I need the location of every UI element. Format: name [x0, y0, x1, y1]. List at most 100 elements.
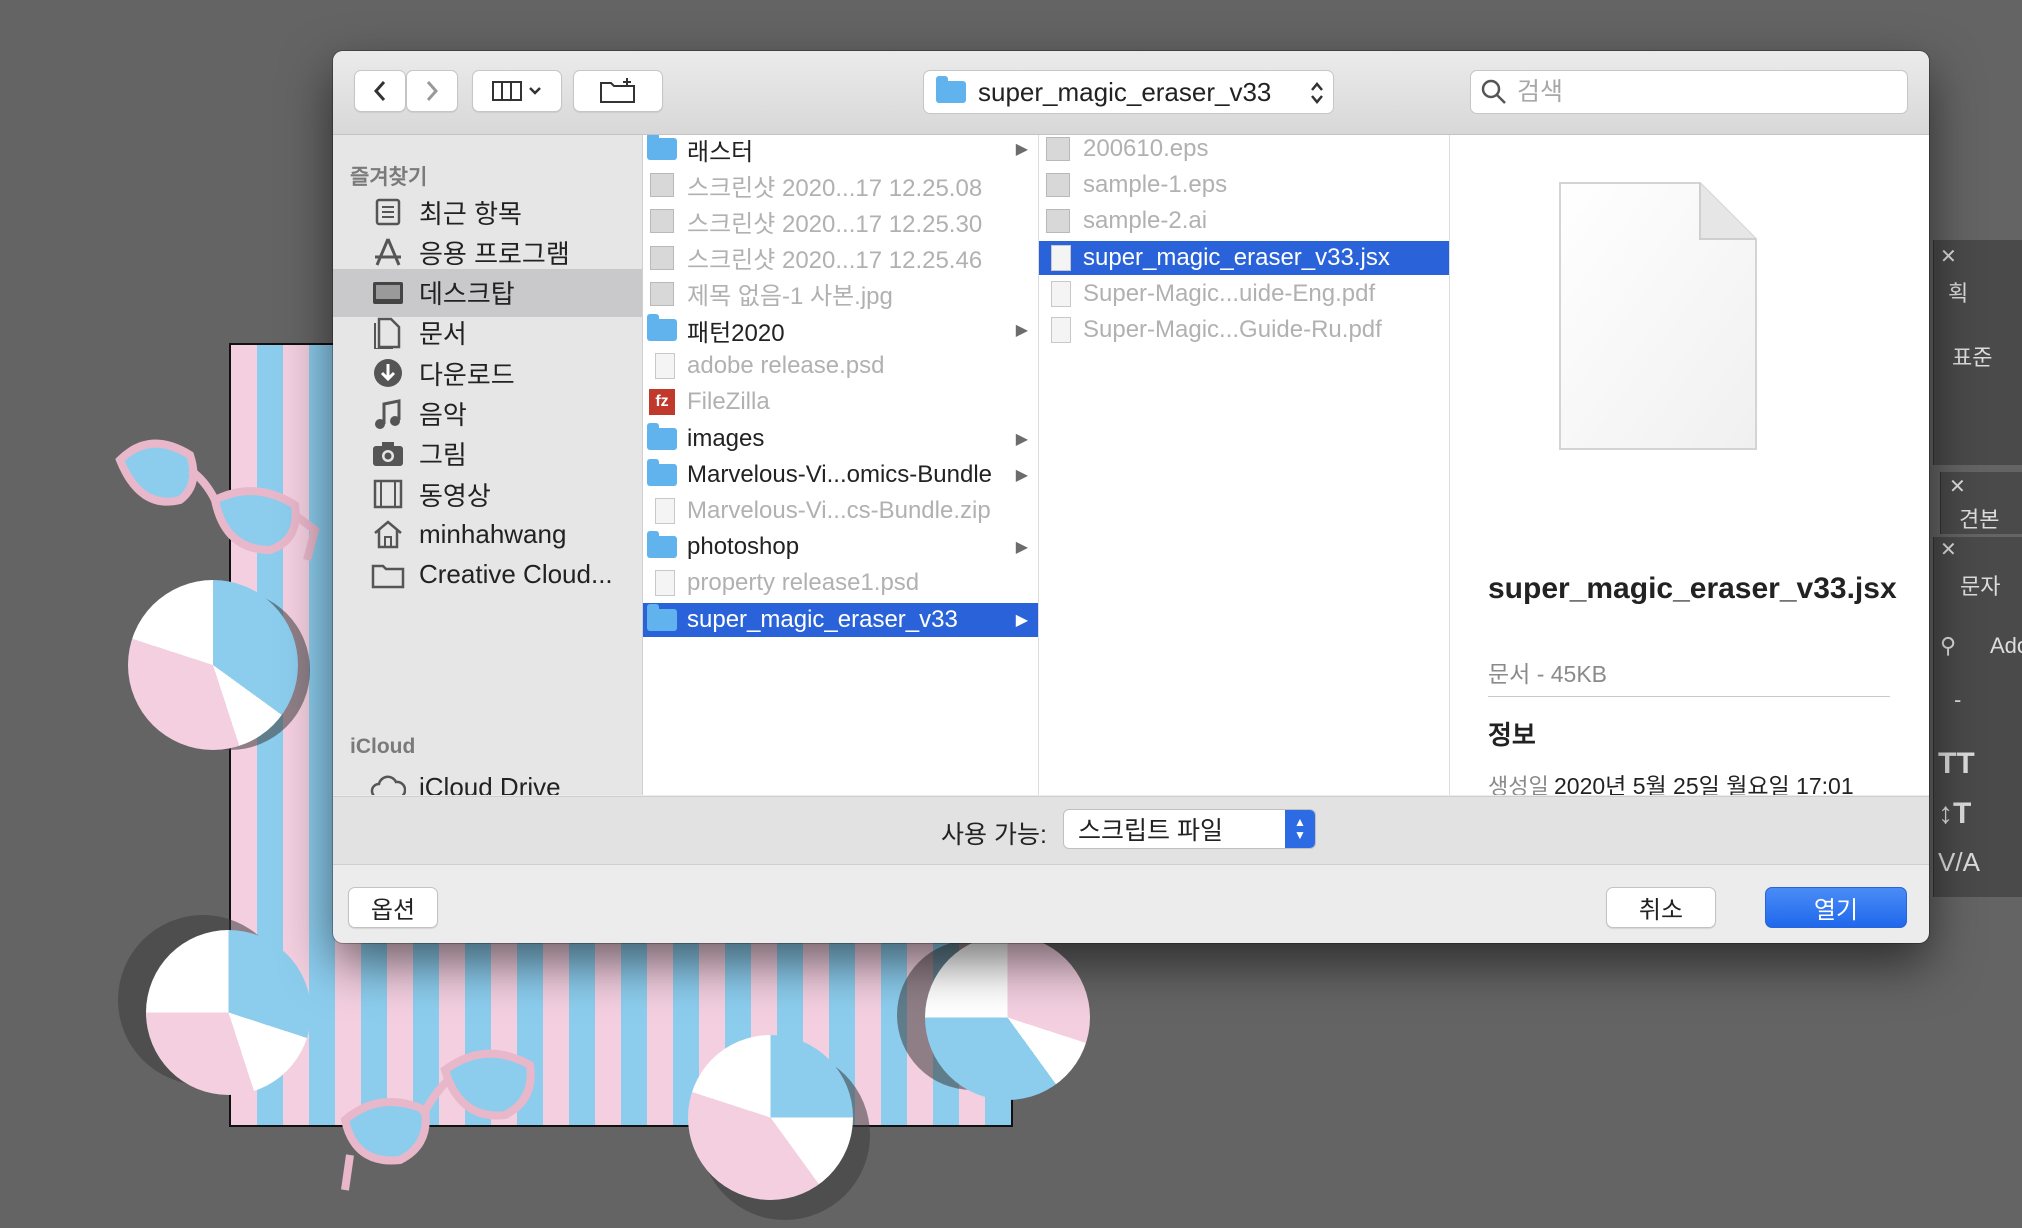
document-file-icon [647, 498, 677, 524]
column-view-icon [492, 81, 522, 101]
preview-divider [1488, 696, 1890, 697]
document-file-icon [1043, 280, 1073, 307]
sidebar-section-header: iCloud [350, 735, 416, 758]
file-name: sample-2.ai [1083, 207, 1208, 235]
sidebar-item-label: iCloud Drive [419, 771, 561, 796]
stroke-tab[interactable]: 획 [1948, 276, 1968, 308]
font-size-icon: TT [1938, 747, 1975, 780]
chevron-right-icon [426, 81, 439, 101]
file-name: 스크린샷 2020...17 12.25.46 [687, 247, 983, 275]
cancel-button[interactable]: 취소 [1606, 887, 1716, 928]
open-button[interactable]: 열기 [1765, 887, 1907, 928]
desktop-icon [369, 276, 407, 310]
close-icon[interactable]: ✕ [1949, 474, 1966, 499]
back-button[interactable] [354, 70, 406, 112]
home-icon [369, 517, 407, 551]
list-item[interactable]: Marvelous-Vi...omics-Bundle ▶ [643, 458, 1038, 492]
list-item[interactable]: adobe release.psd [643, 349, 1038, 383]
sidebar-item-label: minhahwang [419, 518, 567, 549]
cloud-icon [369, 770, 407, 795]
options-button[interactable]: 옵션 [348, 887, 438, 928]
disclosure-arrow-icon: ▶ [1015, 466, 1028, 484]
stroke-weight-value[interactable]: 표준 [1952, 340, 1992, 372]
list-item[interactable]: images ▶ [643, 422, 1038, 456]
font-search-icon[interactable]: ⚲ [1940, 633, 1956, 659]
list-item[interactable]: 제목 없음-1 사본.jpg [643, 277, 1038, 311]
sidebar-item-label: 다운로드 [419, 359, 515, 390]
list-item[interactable]: Super-Magic...Guide-Ru.pdf [1039, 313, 1449, 347]
list-item[interactable]: 스크린샷 2020...17 12.25.46 [643, 241, 1038, 275]
file-name: photoshop [687, 533, 800, 561]
file-name: Super-Magic...uide-Eng.pdf [1083, 279, 1376, 307]
file-type-select[interactable]: 스크립트 파일 ▲ ▼ [1063, 809, 1316, 849]
folder-icon [369, 558, 407, 592]
sidebar-item-label: 음악 [419, 400, 467, 430]
sunglasses-artwork [115, 439, 320, 562]
applications-icon [369, 235, 407, 269]
list-item[interactable]: Marvelous-Vi...cs-Bundle.zip [643, 494, 1038, 528]
file-name: 스크린샷 2020...17 12.25.30 [687, 210, 983, 238]
folder-icon [647, 458, 677, 488]
list-item[interactable]: 패턴2020 ▶ [643, 313, 1038, 347]
folder-icon [936, 76, 966, 103]
beach-ball-artwork [146, 930, 311, 1095]
document-icon [1559, 182, 1757, 450]
list-item[interactable]: 스크린샷 2020...17 12.25.08 [643, 168, 1038, 202]
font-field[interactable]: Ado [1990, 633, 2022, 659]
close-icon[interactable]: ✕ [1940, 537, 1957, 562]
close-icon[interactable]: ✕ [1940, 244, 1957, 269]
file-name: sample-1.eps [1083, 171, 1228, 199]
list-item[interactable]: 200610.eps [1039, 135, 1449, 166]
chevron-left-icon [373, 81, 386, 101]
path-popup[interactable]: super_magic_eraser_v33 [923, 70, 1334, 114]
disclosure-arrow-icon: ▶ [1015, 539, 1028, 557]
filezilla-app-icon: fz [647, 389, 677, 416]
disclosure-arrow-icon: ▶ [1015, 322, 1028, 339]
file-name: images [687, 424, 765, 452]
browser-column-2[interactable]: 200610.eps sample-1.eps sample-2.ai super_m… [1039, 135, 1450, 795]
preview-created-label: 생성일 [1488, 774, 1549, 795]
font-style-field[interactable]: - [1954, 687, 1961, 713]
sidebar-item-9[interactable]: Creative Cloud... [333, 551, 642, 599]
downloads-icon [369, 356, 407, 390]
forward-button[interactable] [406, 70, 458, 112]
browser-column-1[interactable]: 래스터 ▶ 스크린샷 2020...17 12.25.08 스크린샷 2020...1… [643, 135, 1039, 795]
swatches-tab[interactable]: 견본 [1959, 502, 1999, 534]
leading-icon: ↕T [1938, 797, 1972, 830]
list-item[interactable]: photoshop ▶ [643, 530, 1038, 564]
dialog-toolbar: super_magic_eraser_v33 [333, 51, 1929, 135]
enable-label: 사용 가능: [941, 821, 1047, 849]
folder-icon [647, 135, 677, 162]
file-name: 패턴2020 [687, 319, 785, 347]
document-file-icon [647, 570, 677, 597]
beach-ball-artwork [688, 1035, 853, 1200]
list-item[interactable]: Super-Magic...uide-Eng.pdf [1039, 277, 1449, 311]
list-item[interactable]: super_magic_eraser_v33.jsx [1039, 240, 1449, 275]
stroke-panel: ✕ 획 표준 [1933, 240, 2022, 465]
file-name: 제목 없음-1 사본.jpg [687, 283, 893, 311]
search-field[interactable] [1470, 70, 1908, 114]
image-file-icon [1043, 208, 1073, 234]
sidebar-item-label: 그림 [419, 440, 467, 471]
list-item[interactable]: 스크린샷 2020...17 12.25.30 [643, 204, 1038, 238]
list-item[interactable]: sample-2.ai [1039, 204, 1449, 238]
list-item[interactable]: 래스터 ▶ [643, 135, 1038, 166]
new-folder-button[interactable] [573, 70, 663, 112]
folder-icon [647, 314, 677, 343]
list-item[interactable]: fz FileZilla [643, 385, 1038, 419]
sidebar-item-label: 문서 [419, 319, 467, 350]
character-tab[interactable]: 문자 [1960, 569, 2000, 601]
file-name: Marvelous-Vi...cs-Bundle.zip [687, 497, 991, 524]
file-name: super_magic_eraser_v33.jsx [1083, 243, 1390, 271]
list-item[interactable]: super_magic_eraser_v33 ▶ [643, 602, 1038, 637]
sidebar-item-icloud-0[interactable]: iCloud Drive [333, 763, 642, 795]
file-name: Super-Magic...Guide-Ru.pdf [1083, 316, 1382, 343]
updown-chevron-icon [1311, 82, 1323, 104]
file-name: 래스터 [687, 138, 754, 166]
search-input[interactable] [1515, 76, 1879, 108]
view-mode-button[interactable] [472, 70, 562, 112]
preview-info-header: 정보 [1488, 720, 1536, 750]
list-item[interactable]: sample-1.eps [1039, 168, 1449, 202]
list-item[interactable]: property release1.psd [643, 566, 1038, 600]
document-file-icon [647, 353, 677, 380]
